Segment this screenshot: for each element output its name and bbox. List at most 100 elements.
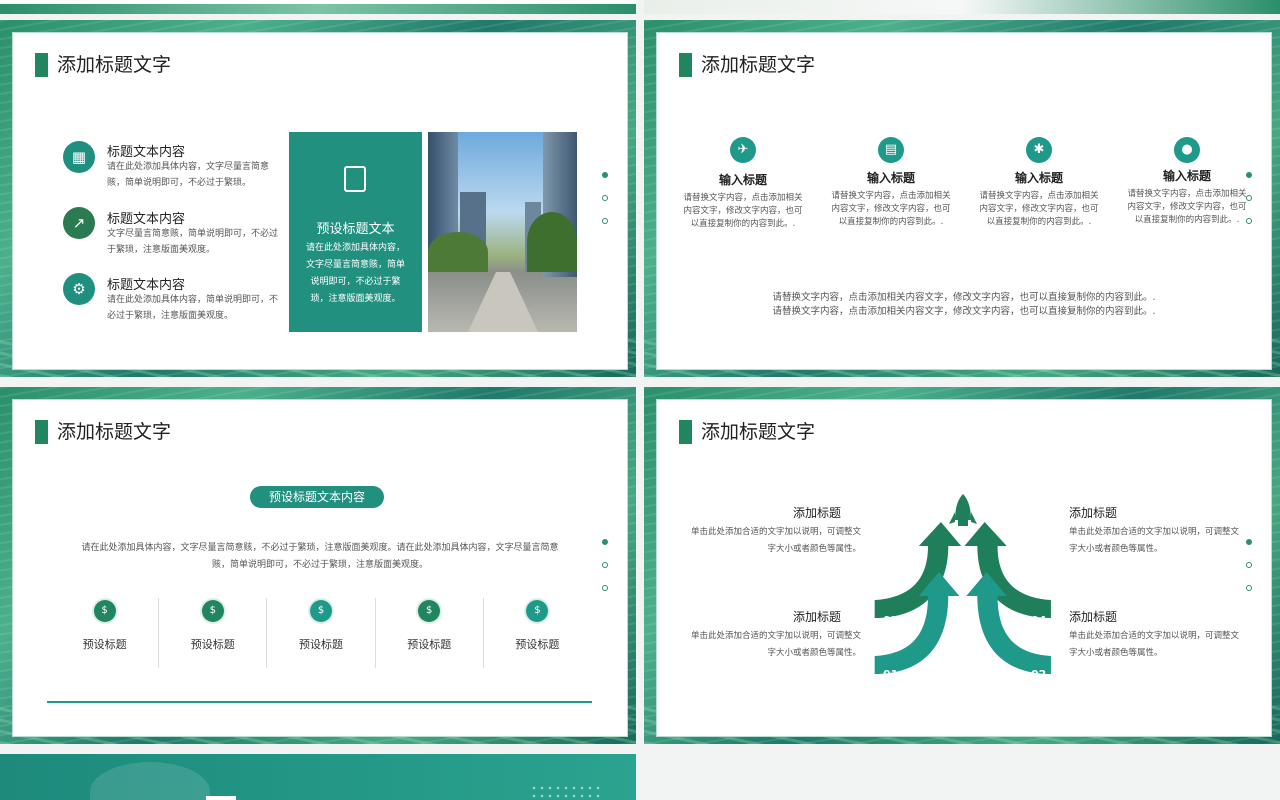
page-dot[interactable] xyxy=(602,172,608,178)
row-item-label: 预设标题 xyxy=(299,638,343,651)
page-dot[interactable] xyxy=(1246,562,1252,568)
bottom-text-1: 请替换文字内容，点击添加相关内容文字，修改文字内容，也可以直接复制你的内容到此。… xyxy=(772,292,1156,303)
rocket-icon xyxy=(949,494,977,526)
divider-line xyxy=(47,701,592,703)
gear-card-icon: ⚙ xyxy=(63,273,95,305)
block-text: 单击此处添加合适的文字加以说明，可调整文字大小或者颜色等属性。 xyxy=(691,631,862,658)
row-item: $ 预设标题 xyxy=(51,598,160,668)
money-bag-icon: $ xyxy=(201,600,224,622)
feature-box: 预设标题文本 请在此处添加具体内容，文字尽量言简意赅，简单说明即可，不必过于繁琐… xyxy=(289,132,422,332)
page-dot[interactable] xyxy=(1246,218,1252,224)
block-title: 添加标题 xyxy=(1069,506,1118,520)
slide-card: 添加标题文字 ▦ 标题文本内容 请在此处添加具体内容，文字尽量言简意赅，简单说明… xyxy=(12,32,628,370)
money-bag-icon: $ xyxy=(526,600,549,622)
icon-row: $ 预设标题 $ 预设标题 $ 预设标题 $ 预设标题 $ 预设标题 xyxy=(51,598,591,668)
block-title: 添加标题 xyxy=(792,506,841,520)
item-title: 标题文本内容 xyxy=(107,212,186,227)
row-item: $ 预设标题 xyxy=(376,598,484,668)
page-dot[interactable] xyxy=(1246,585,1252,591)
page-dot[interactable] xyxy=(602,539,608,545)
item-title: 输入标题 xyxy=(1014,171,1063,185)
item-text: 请替换文字内容，点击添加相关内容文字，修改文字内容，也可以直接复制你的内容到此。… xyxy=(831,191,951,227)
item-text: 请替换文字内容，点击添加相关内容文字，修改文字内容，也可以直接复制你的内容到此。… xyxy=(979,191,1099,227)
step-number: 04 xyxy=(1031,614,1047,627)
title-accent-bar xyxy=(679,53,692,77)
pagination-dots xyxy=(602,172,610,241)
row-item-label: 预设标题 xyxy=(82,638,127,651)
block-text: 单击此处添加合适的文字加以说明，可调整文字大小或者颜色等属性。 xyxy=(1069,527,1240,554)
item-title: 输入标题 xyxy=(1162,169,1211,183)
block-text: 单击此处添加合适的文字加以说明，可调整文字大小或者颜色等属性。 xyxy=(691,527,862,554)
item-col: ✱ 输入标题 请替换文字内容，点击添加相关内容文字，修改文字内容，也可以直接复制… xyxy=(978,137,1100,229)
star-icon: ✱ xyxy=(1026,137,1052,163)
slide-card: 添加标题文字 ✈ 输入标题 请替换文字内容，点击添加相关内容文字，修改文字内容，… xyxy=(656,32,1272,370)
item-text: 文字尽量言简意赅，简单说明即可，不必过于繁琐，注意版面美观度。 xyxy=(107,229,279,255)
page-dot[interactable] xyxy=(602,585,608,591)
title-accent-bar xyxy=(35,420,48,444)
item-col: ● 输入标题 请替换文字内容，点击添加相关内容文字，修改文字内容，也可以直接复制… xyxy=(1126,137,1248,227)
slide-thumbnail-5[interactable] xyxy=(0,754,636,800)
item-text: 请替换文字内容，点击添加相关内容文字，修改文字内容，也可以直接复制你的内容到此。… xyxy=(683,193,803,229)
chart-up-icon: ↗ xyxy=(63,207,95,239)
slide-thumbnail-4[interactable]: 添加标题文字 添加标题 单击此处添加合适的文字加以说明，可调整文字大小或者颜色等… xyxy=(644,387,1280,744)
person-icon: ● xyxy=(1174,137,1200,163)
item-col: ✈ 输入标题 请替换文字内容，点击添加相关内容文字，修改文字内容，也可以直接复制… xyxy=(682,137,804,231)
document-icon: ▤ xyxy=(878,137,904,163)
dot-grid xyxy=(530,784,600,800)
block-title: 添加标题 xyxy=(1069,610,1118,624)
page-dot[interactable] xyxy=(1246,539,1252,545)
title-accent-bar xyxy=(679,420,692,444)
white-mark xyxy=(206,796,236,800)
item-title: 输入标题 xyxy=(718,173,767,187)
item-title: 标题文本内容 xyxy=(107,145,186,160)
slide-card: 添加标题文字 预设标题文本内容 请在此处添加具体内容，文字尽量言简意赅，不必过于… xyxy=(12,399,628,737)
pill-label: 预设标题文本内容 xyxy=(250,486,384,508)
slide-title: 添加标题文字 xyxy=(57,54,172,76)
row-item-label: 预设标题 xyxy=(190,638,235,651)
plane-icon: ✈ xyxy=(730,137,756,163)
row-item: $ 预设标题 xyxy=(159,598,268,668)
city-street-photo xyxy=(428,132,577,332)
slide-thumbnail-3[interactable]: 添加标题文字 预设标题文本内容 请在此处添加具体内容，文字尽量言简意赅，不必过于… xyxy=(0,387,636,744)
pagination-dots xyxy=(1246,172,1254,241)
item-text: 请替换文字内容，点击添加相关内容文字，修改文字内容，也可以直接复制你的内容到此。… xyxy=(1127,189,1247,225)
pagination-dots xyxy=(602,539,610,608)
pagination-dots xyxy=(1246,539,1254,608)
slide-thumbnail-2[interactable]: 添加标题文字 ✈ 输入标题 请替换文字内容，点击添加相关内容文字，修改文字内容，… xyxy=(644,20,1280,377)
page-dot[interactable] xyxy=(1246,172,1252,178)
mountain-shape xyxy=(90,762,210,800)
row-item-label: 预设标题 xyxy=(407,638,452,651)
money-bag-icon: $ xyxy=(418,600,441,622)
page-dot[interactable] xyxy=(602,218,608,224)
slide-strip-top-left xyxy=(0,0,636,14)
slide-title: 添加标题文字 xyxy=(701,54,816,76)
slide-strip-top-right xyxy=(644,0,1280,14)
clipboard-edit-icon xyxy=(344,166,366,192)
page-dot[interactable] xyxy=(602,562,608,568)
calendar-check-icon: ▦ xyxy=(63,141,95,173)
item-text: 请在此处添加具体内容，文字尽量言简意赅，简单说明即可，不必过于繁琐。 xyxy=(107,162,270,188)
page-dot[interactable] xyxy=(1246,195,1252,201)
money-bag-icon: $ xyxy=(93,600,116,622)
row-item-label: 预设标题 xyxy=(515,638,560,651)
step-number: 01 xyxy=(883,668,899,681)
money-bag-icon: $ xyxy=(310,600,332,622)
slide-card: 添加标题文字 添加标题 单击此处添加合适的文字加以说明，可调整文字大小或者颜色等… xyxy=(656,399,1272,737)
intro-text: 请在此处添加具体内容，文字尽量言简意赅，不必过于繁琐，注意版面美观度。请在此处添… xyxy=(81,543,559,570)
slide-thumbnail-1[interactable]: 添加标题文字 ▦ 标题文本内容 请在此处添加具体内容，文字尽量言简意赅，简单说明… xyxy=(0,20,636,377)
title-accent-bar xyxy=(35,53,48,77)
row-item: $ 预设标题 xyxy=(484,598,591,668)
box-text: 请在此处添加具体内容，文字尽量言简意赅，简单说明即可，不必过于繁琐，注意版面美观… xyxy=(305,243,405,304)
box-title: 预设标题文本 xyxy=(316,222,395,237)
step-number: 03 xyxy=(883,614,899,627)
item-title: 输入标题 xyxy=(866,171,915,185)
item-col: ▤ 输入标题 请替换文字内容，点击添加相关内容文字，修改文字内容，也可以直接复制… xyxy=(830,137,952,229)
slide-title: 添加标题文字 xyxy=(57,421,172,443)
page-dot[interactable] xyxy=(602,195,608,201)
slide-title: 添加标题文字 xyxy=(701,421,816,443)
block-title: 添加标题 xyxy=(792,610,841,624)
step-number: 02 xyxy=(1031,668,1047,681)
block-text: 单击此处添加合适的文字加以说明，可调整文字大小或者颜色等属性。 xyxy=(1069,631,1240,658)
arrows-diagram xyxy=(874,494,1051,674)
bottom-text-2: 请替换文字内容，点击添加相关内容文字，修改文字内容，也可以直接复制你的内容到此。… xyxy=(772,306,1156,317)
